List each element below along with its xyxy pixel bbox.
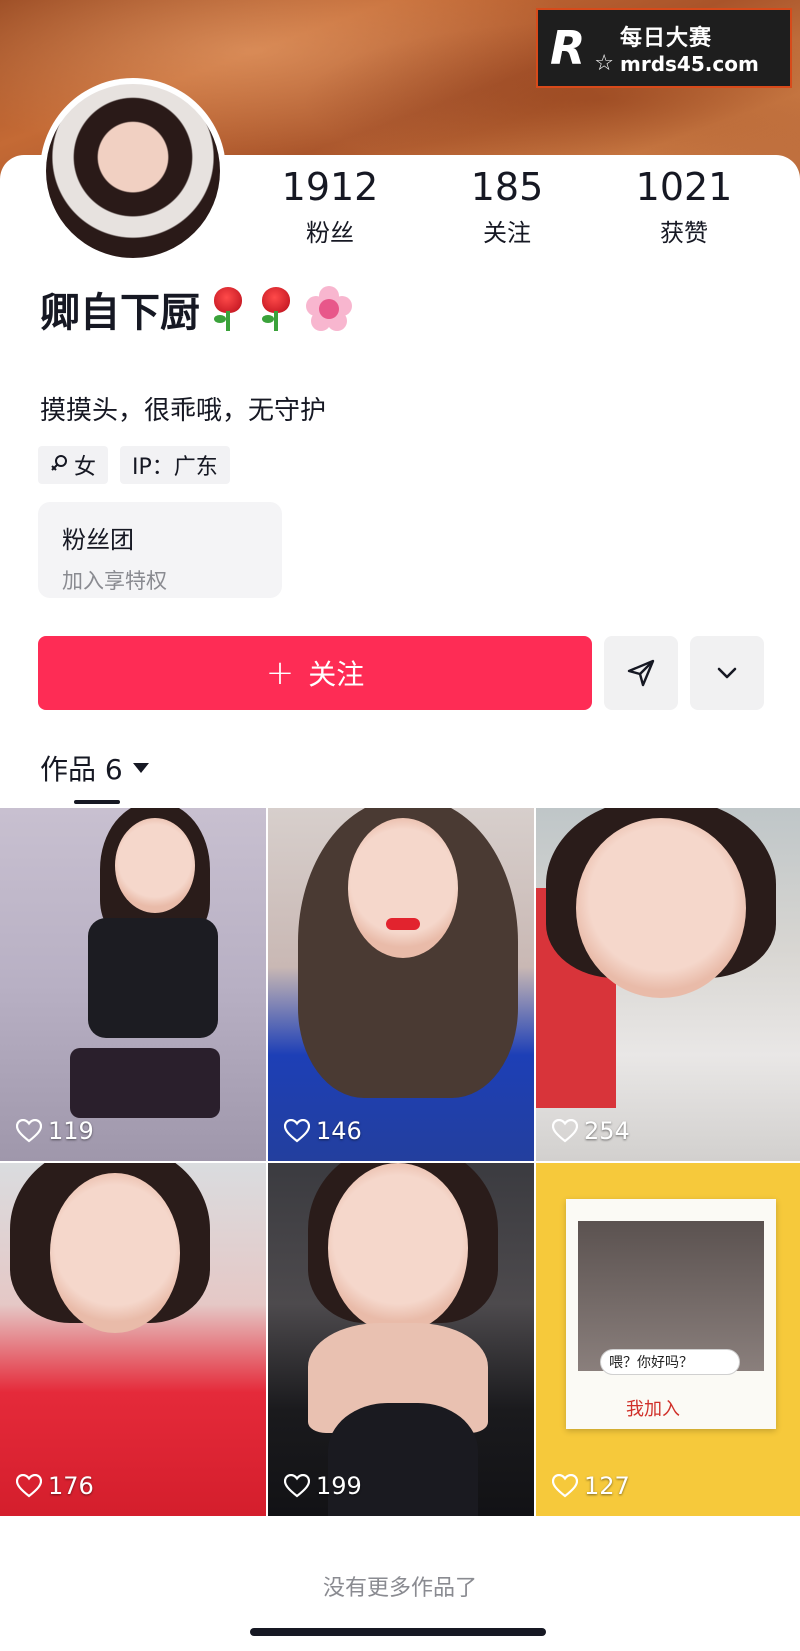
gender-tag-label: 女 (74, 455, 97, 480)
tile-figure-face (576, 818, 746, 998)
like-count-value: 127 (584, 1472, 630, 1500)
profile-bio: 摸摸头，很乖哦，无守护 (40, 396, 327, 426)
profile-nickname: 卿自下厨 (40, 280, 352, 338)
video-tile[interactable]: 146 (268, 808, 534, 1161)
like-count: 119 (16, 1117, 94, 1145)
watermark-url: mrds45.com (620, 52, 759, 76)
more-options-button[interactable] (690, 636, 764, 710)
video-tile[interactable]: 119 (0, 808, 266, 1161)
like-count: 146 (284, 1117, 362, 1145)
profile-tags: 女 IP：广东 (38, 446, 230, 484)
nickname-text: 卿自下厨 (40, 290, 200, 336)
chevron-down-icon (717, 667, 737, 679)
female-icon (51, 455, 67, 471)
tab-works[interactable]: 作品 6 (40, 748, 149, 788)
like-count-value: 199 (316, 1472, 362, 1500)
watermark-title: 每日大赛 (620, 26, 713, 51)
like-count-value: 254 (584, 1117, 630, 1145)
like-count: 127 (552, 1472, 630, 1500)
rose-emoji-icon (208, 285, 248, 333)
video-tile[interactable]: 176 (0, 1163, 266, 1516)
fan-club-card[interactable]: 粉丝团 加入享特权 (38, 502, 282, 598)
like-count-value: 176 (48, 1472, 94, 1500)
stat-label: 关注 (483, 219, 531, 247)
home-indicator[interactable] (250, 1628, 546, 1636)
heart-icon (552, 1474, 578, 1498)
stat-label: 粉丝 (306, 219, 354, 247)
blossom-emoji-icon (306, 286, 352, 332)
tab-indicator (74, 800, 120, 804)
caret-down-icon (132, 763, 149, 773)
like-count-value: 146 (316, 1117, 362, 1145)
stat-value: 1912 (281, 165, 379, 209)
video-tile[interactable]: 254 (536, 808, 800, 1161)
send-icon (627, 659, 655, 687)
video-tile[interactable]: 喂？你好吗？ 我加入 127 (536, 1163, 800, 1516)
follow-button-label: 关注 (308, 658, 365, 691)
heart-icon (16, 1474, 42, 1498)
stat-value: 185 (470, 165, 544, 209)
tile-figure-lips (386, 918, 420, 930)
like-count: 254 (552, 1117, 630, 1145)
polaroid-note: 我加入 (626, 1399, 680, 1420)
rose-emoji-icon (256, 285, 296, 333)
tile-figure-face (348, 818, 458, 958)
watermark: R ☆ 每日大赛 mrds45.com (536, 8, 792, 88)
follow-button[interactable]: + 关注 (38, 636, 592, 710)
stat-value: 1021 (635, 165, 733, 209)
tile-figure-face (50, 1173, 180, 1333)
ip-tag: IP：广东 (120, 446, 230, 484)
polaroid-bubble: 喂？你好吗？ (600, 1349, 740, 1375)
polaroid-card: 喂？你好吗？ 我加入 (566, 1199, 776, 1429)
watermark-logo: R ☆ (550, 18, 614, 78)
heart-icon (284, 1474, 310, 1498)
like-count: 176 (16, 1472, 94, 1500)
tile-figure-face (328, 1163, 468, 1333)
works-tab-label: 作品 6 (40, 753, 123, 786)
avatar-image (46, 84, 220, 258)
tile-figure-shorts (70, 1048, 220, 1118)
star-icon: ☆ (594, 51, 614, 76)
like-count: 199 (284, 1472, 362, 1500)
no-more-works-text: 没有更多作品了 (322, 1576, 477, 1601)
send-message-button[interactable] (604, 636, 678, 710)
fan-club-title: 粉丝团 (62, 526, 134, 554)
heart-icon (552, 1119, 578, 1143)
plus-icon: + (265, 653, 295, 693)
heart-icon (16, 1119, 42, 1143)
stat-following[interactable]: 185 关注 (437, 165, 577, 248)
tile-figure-face (115, 818, 195, 913)
watermark-logo-letter: R (550, 21, 586, 75)
stat-label: 获赞 (660, 219, 708, 247)
works-grid: 119 146 254 176 199 喂？你好吗？ 我加入 127 (0, 808, 800, 1516)
heart-icon (284, 1119, 310, 1143)
tile-figure-outfit (88, 918, 218, 1038)
like-count-value: 119 (48, 1117, 94, 1145)
stat-followers[interactable]: 1912 粉丝 (260, 165, 400, 248)
gender-tag: 女 (38, 446, 109, 484)
avatar[interactable] (40, 78, 226, 264)
stat-likes[interactable]: 1021 获赞 (614, 165, 754, 248)
video-tile[interactable]: 199 (268, 1163, 534, 1516)
ip-tag-label: IP：广东 (132, 455, 218, 480)
fan-club-subtitle: 加入享特权 (62, 569, 167, 593)
